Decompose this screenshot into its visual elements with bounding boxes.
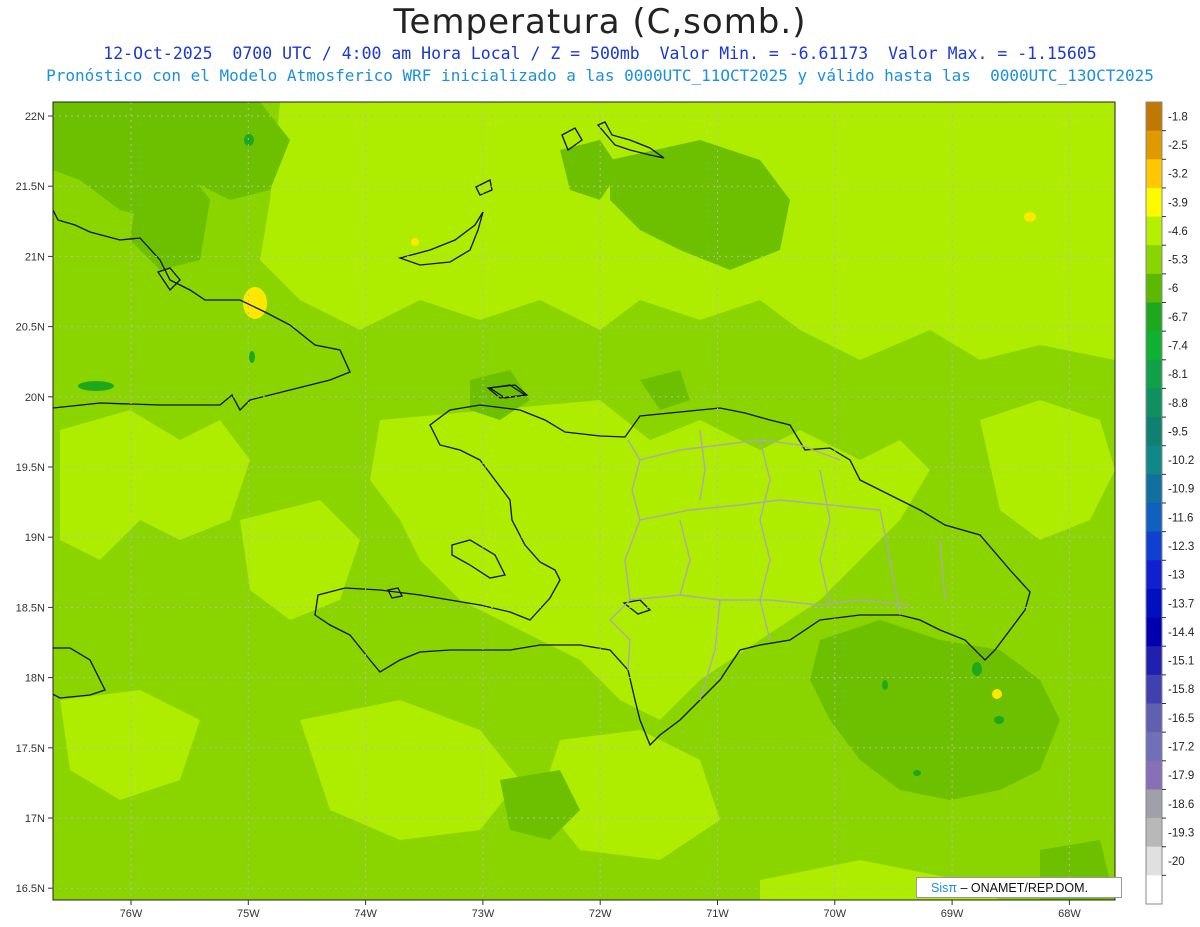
lon-label: 75W: [237, 908, 260, 920]
colorbar-swatch: [1146, 703, 1162, 733]
lat-label: 20N: [25, 392, 45, 404]
colorbar-label: -1.8: [1168, 111, 1188, 123]
lon-label: 70W: [823, 908, 846, 920]
colorbar-label: -7.4: [1168, 340, 1188, 352]
colorbar-swatch: [1146, 130, 1162, 160]
colorbar-label: -17.2: [1168, 741, 1194, 753]
lon-label: 72W: [589, 908, 612, 920]
colorbar-swatch: [1146, 245, 1162, 275]
colorbar-label: -10.9: [1168, 484, 1194, 496]
colorbar-label: -11.6: [1168, 512, 1193, 524]
colorbar-swatch: [1146, 331, 1162, 361]
colorbar-swatch: [1146, 646, 1162, 676]
colorbar-label: -10.2: [1168, 455, 1194, 467]
colorbar-swatch: [1146, 846, 1162, 876]
lon-label: 76W: [120, 908, 143, 920]
colorbar-label: -9.5: [1168, 426, 1188, 438]
longitude-axis: 76W 75W 74W 73W 72W 71W 70W 69W 68W: [120, 900, 1081, 920]
credit-text: – ONAMET/REP.DOM.: [957, 881, 1089, 895]
lat-label: 21N: [25, 251, 45, 263]
colorbar-swatch: [1146, 674, 1162, 704]
colorbar-swatch: [1146, 388, 1162, 418]
colorbar-swatch: [1146, 445, 1162, 475]
colorbar-label: -13: [1168, 570, 1185, 582]
temperature-field: [53, 102, 1115, 900]
colorbar-label: -8.8: [1168, 398, 1188, 410]
colorbar-swatch: [1146, 187, 1162, 218]
lat-label: 21.5N: [16, 181, 45, 193]
colorbar-swatch: [1146, 474, 1162, 504]
colorbar-swatch: [1146, 159, 1162, 189]
colorbar-label: -6.7: [1168, 312, 1188, 324]
colorbar-swatch: [1146, 588, 1162, 619]
colorbar-swatch: [1146, 760, 1162, 790]
lat-label: 18N: [25, 673, 45, 685]
lon-label: 74W: [354, 908, 377, 920]
colorbar-swatch: [1146, 560, 1162, 590]
colorbar-label: -3.2: [1168, 169, 1188, 181]
colorbar-swatch: [1146, 732, 1162, 762]
colorbar-swatch: [1146, 531, 1162, 561]
lon-label: 71W: [706, 908, 729, 920]
lat-label: 19.5N: [16, 462, 45, 474]
colorbar-label: -2.5: [1168, 140, 1188, 152]
lat-label: 16.5N: [16, 883, 45, 895]
temperature-map: 22N 21.5N 21N 20.5N 20N 19.5N 19N 18.5N 18N 17.5N…: [16, 101, 1195, 920]
lat-label: 22N: [25, 111, 45, 123]
colorbar-label: -16.5: [1168, 713, 1194, 725]
colorbar: -1.8 -2.5 -3.2 -3.9 -4.6 -5.3 -6 -6.7 -7.4 -8.1 -8…: [1145, 101, 1195, 905]
latitude-axis: 22N 21.5N 21N 20.5N 20N 19.5N 19N 18.5N 18N 17.5N…: [16, 111, 53, 895]
colorbar-label: -6: [1168, 283, 1178, 295]
lat-label: 20.5N: [16, 322, 45, 334]
colorbar-swatch: [1146, 359, 1162, 389]
lat-label: 19N: [25, 532, 45, 544]
colorbar-label: -17.9: [1168, 770, 1194, 782]
colorbar-swatch: [1146, 417, 1162, 447]
colorbar-label: -15.1: [1168, 656, 1194, 668]
colorbar-label: -18.6: [1168, 799, 1194, 811]
credit-box: Sisπ – ONAMET/REP.DOM.: [916, 877, 1122, 898]
colorbar-swatch: [1146, 789, 1162, 819]
colorbar-swatch: [1146, 818, 1162, 848]
lon-label: 73W: [472, 908, 495, 920]
lat-label: 17.5N: [16, 743, 45, 755]
colorbar-swatch: [1146, 503, 1162, 533]
colorbar-label: -4.6: [1168, 226, 1188, 238]
colorbar-swatch: [1146, 875, 1162, 905]
colorbar-label: -14.4: [1168, 627, 1195, 639]
colorbar-swatch: [1146, 273, 1162, 303]
lon-label: 69W: [941, 908, 964, 920]
colorbar-label: -8.1: [1168, 369, 1188, 381]
colorbar-label: -19.3: [1168, 827, 1194, 839]
colorbar-label: -3.9: [1168, 197, 1188, 209]
sispi-logo: Sisπ: [931, 881, 957, 895]
colorbar-swatch: [1146, 216, 1162, 246]
colorbar-swatch: [1146, 102, 1162, 132]
colorbar-label: -20: [1168, 856, 1185, 868]
colorbar-label: -12.3: [1168, 541, 1194, 553]
lat-label: 17N: [25, 813, 45, 825]
colorbar-label: -13.7: [1168, 598, 1194, 610]
lat-label: 18.5N: [16, 602, 45, 614]
colorbar-label: -15.8: [1168, 684, 1194, 696]
colorbar-swatch: [1146, 302, 1162, 332]
lon-label: 68W: [1058, 908, 1081, 920]
colorbar-label: -5.3: [1168, 255, 1188, 267]
colorbar-swatch: [1146, 617, 1162, 647]
